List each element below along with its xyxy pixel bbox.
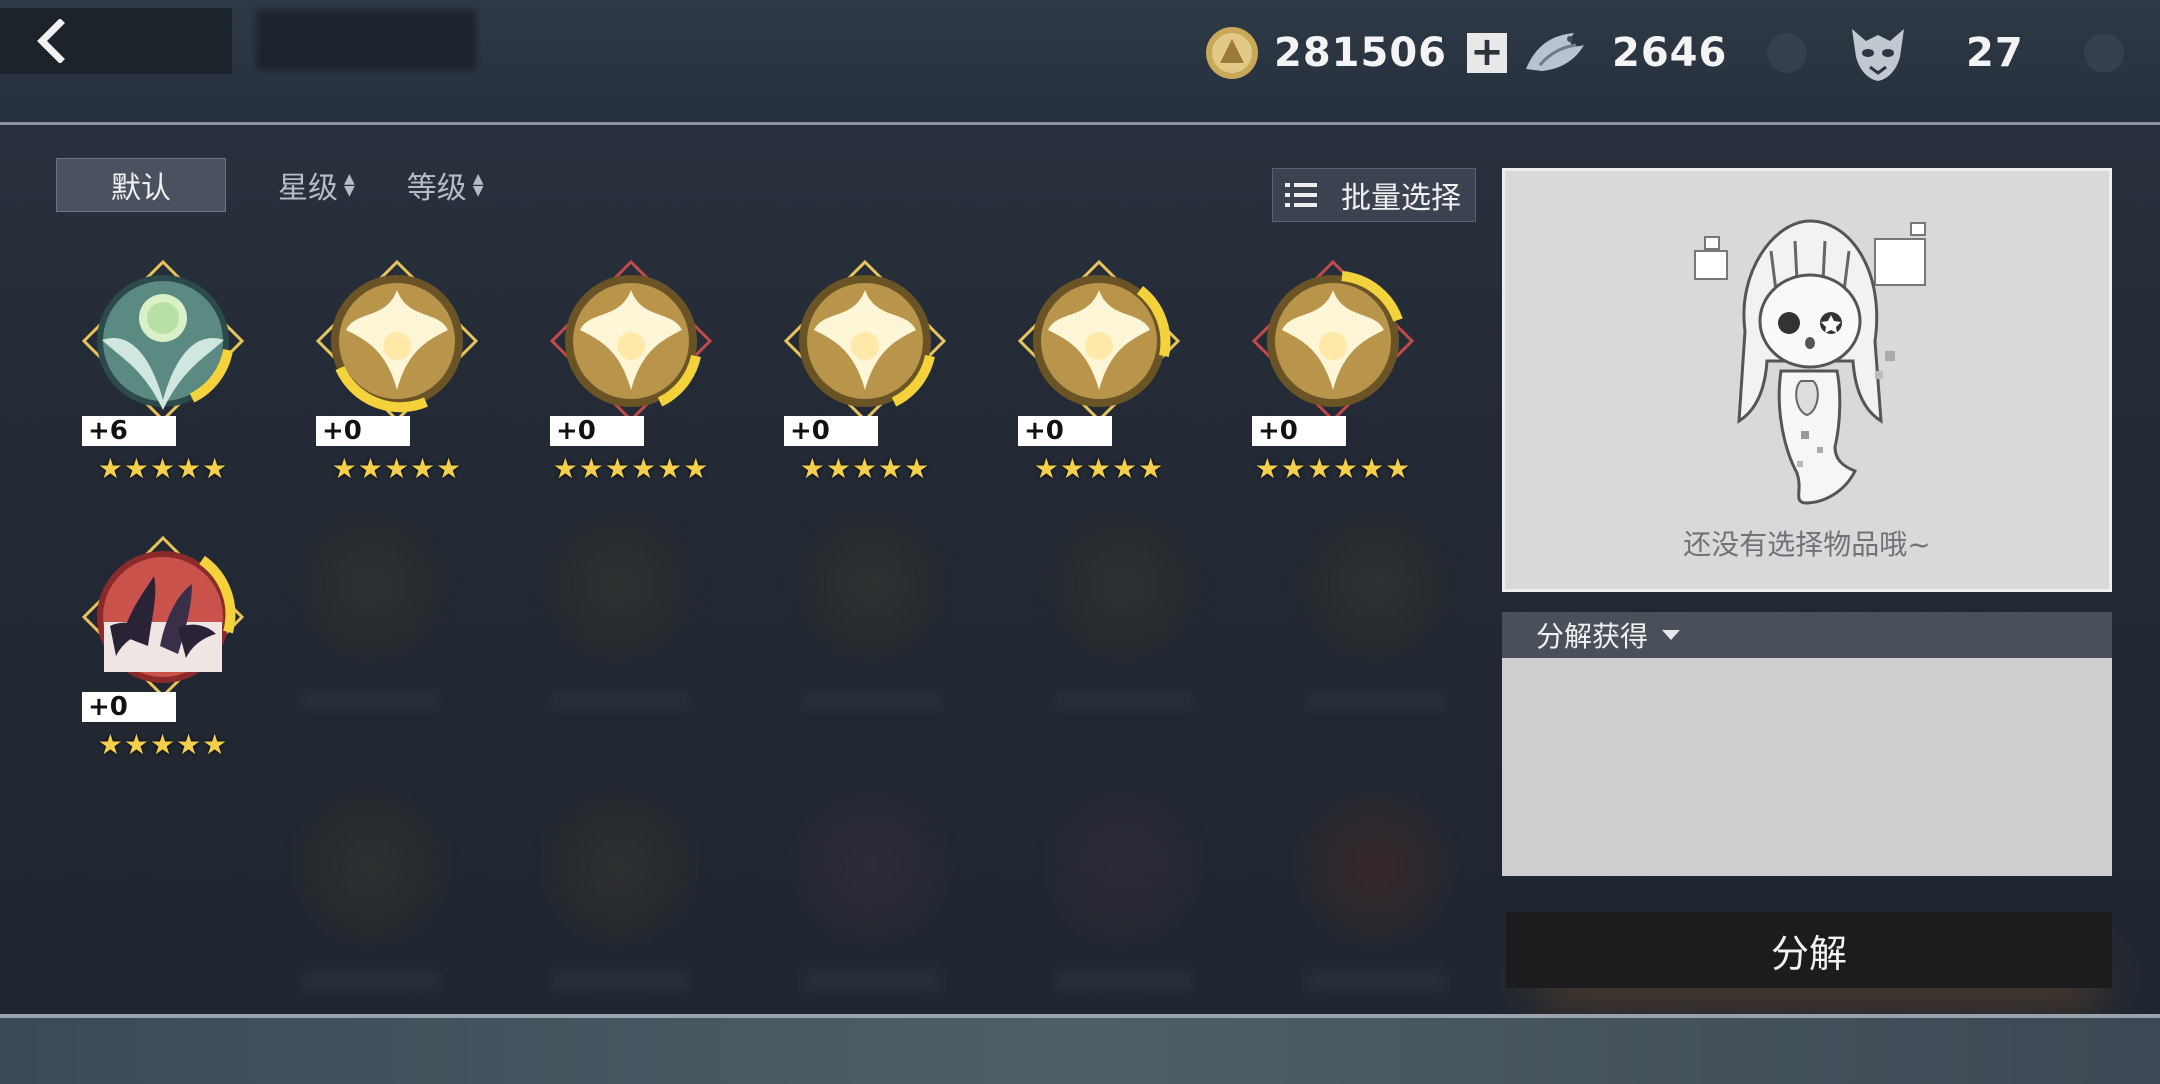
locked-slot-bar — [1054, 970, 1194, 992]
star-rating: ★★★★★ — [331, 452, 463, 485]
item-level: +0 — [1018, 416, 1112, 446]
locked-slot-bar — [300, 690, 440, 712]
sort-arrows-icon: ▲ ▼ — [344, 171, 355, 199]
sort-bar: 默认 星级 ▲ ▼ 等级 ▲ ▼ — [56, 158, 484, 212]
locked-slot — [544, 510, 694, 660]
item-slot[interactable]: +0 ★★★★★★ — [536, 240, 726, 485]
item-slot[interactable]: +0 ★★★★★★ — [1238, 240, 1428, 485]
ghost-girl-mascot-icon — [1694, 219, 1926, 505]
back-button[interactable] — [0, 8, 232, 74]
item-slot[interactable]: +0 ★★★★★ — [770, 240, 960, 485]
shadow-dragons-emblem-icon — [82, 536, 244, 699]
add-gold-button[interactable]: + — [1467, 32, 1507, 73]
item-slot[interactable]: +0 ★★★★★ — [1004, 240, 1194, 485]
item-level: +0 — [316, 416, 410, 446]
sort-by-star[interactable]: 星级 ▲ ▼ — [278, 163, 355, 207]
empty-selection-text: 还没有选择物品哦~ — [1683, 528, 1931, 561]
locked-slot-bar — [550, 690, 690, 712]
star-rating: ★★★★★★ — [552, 452, 710, 485]
batch-select-label: 批量选择 — [1341, 181, 1461, 216]
locked-slot-bar — [1054, 690, 1194, 712]
golden-wings-emblem-icon — [784, 260, 946, 423]
ghost-button — [1767, 33, 1808, 73]
locked-slot — [1048, 792, 1198, 942]
batch-select-button[interactable]: 批量选择 — [1272, 168, 1476, 222]
item-level: +0 — [550, 416, 644, 446]
currency-gold: 281506 + — [1204, 18, 1507, 88]
blurred-title — [256, 10, 476, 70]
currency-silver: 2646 — [1522, 18, 1808, 88]
sort-default-tab[interactable]: 默认 — [56, 158, 226, 212]
item-level: +0 — [1252, 416, 1346, 446]
locked-slot-bar — [1306, 970, 1446, 992]
silver-dragon-icon — [1526, 33, 1584, 71]
locked-slot-bar — [1306, 690, 1446, 712]
star-rating: ★★★★★★ — [1254, 452, 1412, 485]
demon-mask-icon — [1852, 29, 1904, 81]
decompose-rewards-list — [1502, 658, 2112, 876]
golden-wings-emblem-icon — [1018, 260, 1180, 423]
locked-slot-bar — [802, 970, 942, 992]
item-level: +6 — [82, 416, 176, 446]
gold-coin-icon — [1206, 27, 1258, 79]
locked-slot — [796, 792, 946, 942]
golden-wings-emblem-icon — [550, 260, 712, 423]
locked-slot-bar — [300, 970, 440, 992]
locked-slot — [1300, 792, 1450, 942]
locked-slot-bar — [802, 690, 942, 712]
item-level: +0 — [82, 692, 176, 722]
item-level: +0 — [784, 416, 878, 446]
list-icon — [1285, 183, 1317, 207]
star-rating: ★★★★★ — [97, 728, 229, 761]
mask-amount: 27 — [1966, 30, 2024, 76]
golden-wings-emblem-icon — [1252, 260, 1414, 423]
item-slot[interactable]: +0 ★★★★★ — [302, 240, 492, 485]
locked-slot — [544, 792, 694, 942]
item-slot[interactable]: +0 ★★★★★ — [68, 516, 258, 761]
detail-panel: 还没有选择物品哦~ 分解获得 — [1502, 168, 2112, 876]
locked-slot — [296, 792, 446, 942]
locked-slot — [1300, 510, 1450, 660]
locked-slot — [296, 510, 446, 660]
star-rating: ★★★★★ — [97, 452, 229, 485]
sort-level-label: 等级 — [406, 171, 467, 206]
item-grid: +6 ★★★★★ +0 ★★★★★ +0 ★★★★★★ +0 ★★★★★ +0 … — [60, 240, 1480, 1020]
locked-slot — [796, 510, 946, 660]
top-bar: 281506 + 2646 27 — [0, 0, 2160, 125]
star-rating: ★★★★★ — [1033, 452, 1165, 485]
sort-star-label: 星级 — [278, 171, 338, 206]
back-arrow-icon — [37, 19, 65, 63]
decompose-button[interactable]: 分解 — [1506, 912, 2112, 988]
currency-mask: 27 — [1846, 18, 2124, 88]
decompose-rewards-dropdown[interactable]: 分解获得 — [1502, 612, 2112, 658]
bottom-strip — [0, 1014, 2160, 1084]
dropdown-arrow-icon — [1662, 630, 1681, 640]
item-preview: 还没有选择物品哦~ — [1502, 168, 2112, 592]
silver-amount: 2646 — [1612, 30, 1728, 76]
locked-slot-bar — [550, 970, 690, 992]
jade-emblem-icon — [82, 260, 244, 423]
decompose-rewards-label: 分解获得 — [1536, 620, 1649, 653]
ghost-button — [2083, 33, 2124, 73]
sort-by-level[interactable]: 等级 ▲ ▼ — [407, 163, 484, 207]
item-slot[interactable]: +6 ★★★★★ — [68, 240, 258, 485]
sort-arrows-icon: ▲ ▼ — [472, 171, 484, 199]
golden-wings-emblem-icon — [316, 260, 478, 423]
locked-slot — [1048, 510, 1198, 660]
star-rating: ★★★★★ — [799, 452, 931, 485]
gold-amount: 281506 — [1274, 30, 1447, 76]
